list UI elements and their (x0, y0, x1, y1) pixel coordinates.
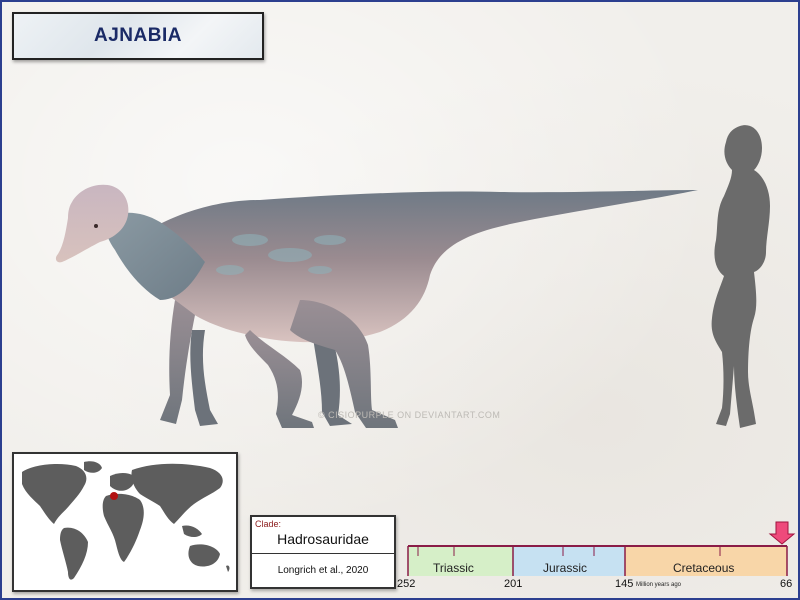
period-label-triassic: Triassic (433, 561, 474, 575)
geologic-timeline (407, 521, 796, 576)
age-label-201: 201 (504, 578, 523, 590)
arrow-down-icon (768, 521, 796, 545)
age-unit-label: Million years ago (636, 582, 682, 588)
age-label-66: 66 (780, 578, 793, 590)
period-label-jurassic: Jurassic (543, 561, 588, 575)
age-label-252: 252 (397, 578, 416, 590)
period-label-cretaceous: Cretaceous (673, 561, 735, 575)
age-label-145: 145 (615, 578, 634, 590)
